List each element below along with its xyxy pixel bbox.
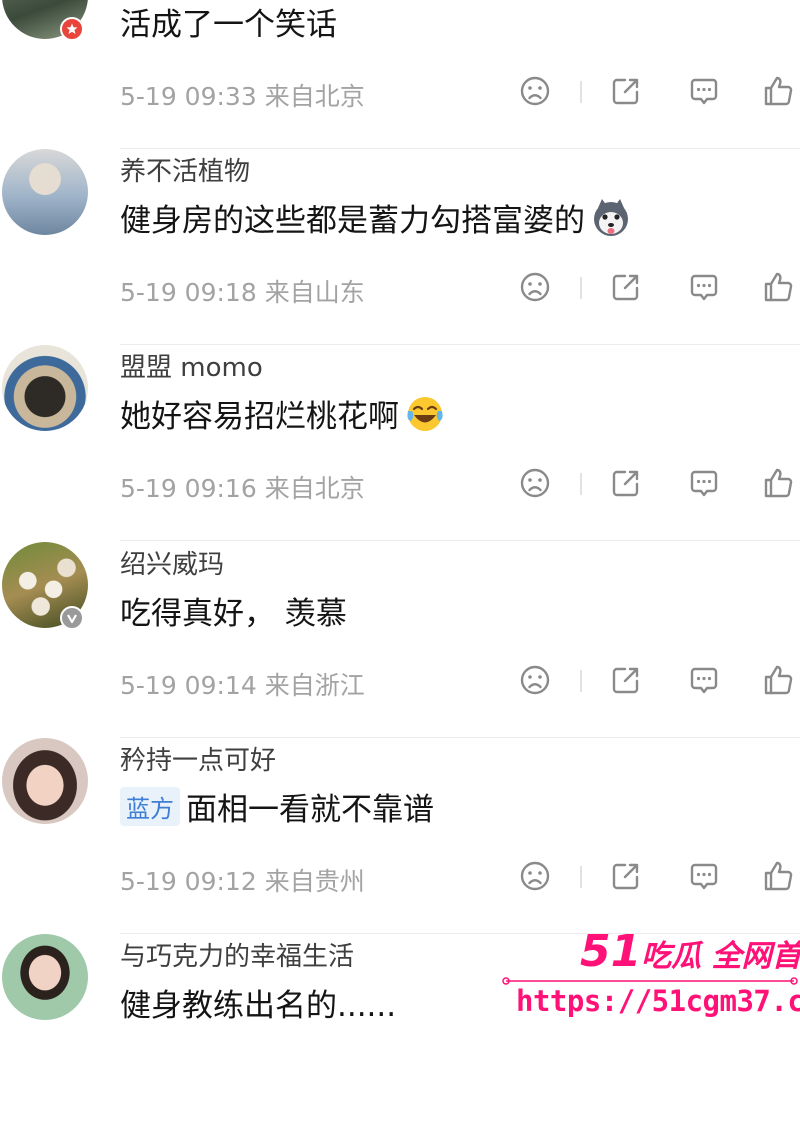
verified-v-badge-icon [60,606,84,630]
username[interactable]: 盟盟 momo [120,347,263,384]
comment-meta: 5-19 09:33 来自北京 [120,77,365,113]
comment-icon[interactable] [686,465,722,501]
avatar[interactable] [2,149,88,235]
comment-meta: 5-19 09:16 来自北京 [120,469,365,505]
username[interactable]: 绍兴威玛 [120,544,224,581]
sad-face-icon[interactable] [517,465,553,501]
comment-item: 养不活植物 健身房的这些都是蓄力勾搭富婆的 5-19 09:18 来自山东 [0,149,800,345]
thumbs-up-icon[interactable] [760,662,796,698]
comment-text: 健身房的这些都是蓄力勾搭富婆的 [120,195,631,240]
timestamp: 5-19 09:12 [120,867,257,896]
comment-meta: 5-19 09:18 来自山东 [120,273,365,309]
timestamp: 5-19 09:16 [120,474,257,503]
comment-item: 矜持一点可好 蓝方 面相一看就不靠谱 5-19 09:12 来自贵州 [0,738,800,934]
divider [580,866,582,888]
avatar[interactable] [2,934,88,1020]
comment-text: 她好容易招烂桃花啊 [120,391,445,436]
comment-text: 活成了一个笑话 [120,7,337,43]
location: 来自北京 [264,82,365,111]
location: 来自北京 [264,474,365,503]
laugh-cry-emoji-icon [407,396,443,431]
comment-text: 吃得真好， 羡慕 [120,596,347,632]
share-icon[interactable] [608,73,644,109]
avatar[interactable] [2,738,88,824]
location: 来自浙江 [264,671,365,700]
divider [580,81,582,103]
username[interactable]: 养不活植物 [120,151,250,188]
share-icon[interactable] [608,858,644,894]
watermark-title: 51吃瓜 全网首发 [580,926,800,977]
comment-icon[interactable] [686,269,722,305]
location: 来自山东 [264,278,365,307]
divider [580,670,582,692]
divider [580,277,582,299]
thumbs-up-icon[interactable] [760,269,796,305]
comment-meta: 5-19 09:12 来自贵州 [120,862,365,898]
watermark: 51吃瓜 全网首发 https://51cgm37.com [500,918,800,1039]
team-tag[interactable]: 蓝方 [120,787,180,826]
timestamp: 5-19 09:14 [120,671,257,700]
comment-text: 健身教练出名的...... [120,988,397,1024]
thumbs-up-icon[interactable] [760,465,796,501]
comment-item: 绍兴威玛 吃得真好， 羡慕 5-19 09:14 来自浙江 [0,542,800,738]
share-icon[interactable] [608,269,644,305]
timestamp: 5-19 09:18 [120,278,257,307]
divider [580,473,582,495]
husky-emoji-icon [594,198,628,236]
location: 来自贵州 [264,867,365,896]
comment-icon[interactable] [686,662,722,698]
sad-face-icon[interactable] [517,73,553,109]
comment-text: 蓝方 面相一看就不靠谱 [120,784,434,829]
username[interactable]: 与巧克力的幸福生活 [120,936,354,973]
sad-face-icon[interactable] [517,662,553,698]
comment-item: 活成了一个笑话 5-19 09:33 来自北京 [0,0,800,149]
comment-meta: 5-19 09:14 来自浙江 [120,666,365,702]
share-icon[interactable] [608,662,644,698]
username[interactable]: 矜持一点可好 [120,740,276,777]
timestamp: 5-19 09:33 [120,82,257,111]
thumbs-up-icon[interactable] [760,73,796,109]
comment-icon[interactable] [686,73,722,109]
sad-face-icon[interactable] [517,858,553,894]
thumbs-up-icon[interactable] [760,858,796,894]
comment-item: 盟盟 momo 她好容易招烂桃花啊 5-19 09:16 来自北京 [0,345,800,541]
share-icon[interactable] [608,465,644,501]
watermark-url: https://51cgm37.com [516,984,800,1018]
comment-icon[interactable] [686,858,722,894]
red-star-badge-icon [60,17,84,41]
sad-face-icon[interactable] [517,269,553,305]
row-divider [120,540,800,541]
avatar[interactable] [2,345,88,431]
